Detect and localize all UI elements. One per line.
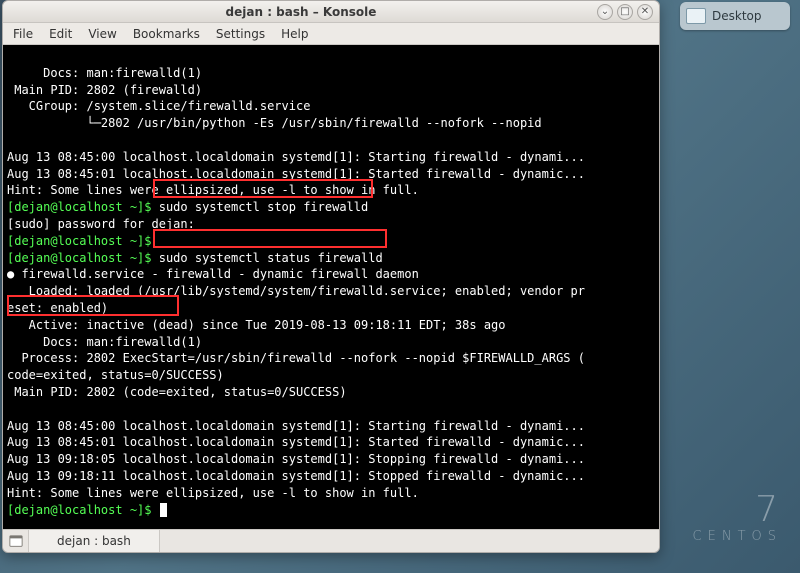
tab-bash[interactable]: dejan : bash [29, 530, 160, 552]
folder-icon [686, 8, 706, 24]
tab-bar: dejan : bash [3, 529, 659, 552]
desktop-label: Desktop [712, 9, 762, 23]
output-line: Active: inactive (dead) since Tue 2019-0… [7, 318, 506, 332]
output-line: Aug 13 09:18:11 localhost.localdomain sy… [7, 469, 585, 483]
konsole-window: dejan : bash – Konsole ⌄ □ ✕ File Edit V… [2, 0, 660, 553]
output-line: └─2802 /usr/bin/python -Es /usr/sbin/fir… [7, 116, 542, 130]
minimize-button[interactable]: ⌄ [597, 4, 613, 20]
menu-file[interactable]: File [13, 27, 33, 41]
menu-settings[interactable]: Settings [216, 27, 265, 41]
output-line: Main PID: 2802 (firewalld) [7, 83, 202, 97]
highlight-box [153, 229, 387, 248]
menu-edit[interactable]: Edit [49, 27, 72, 41]
desktop-folder-shortcut[interactable]: Desktop [680, 2, 790, 30]
menubar: File Edit View Bookmarks Settings Help [3, 23, 659, 45]
output-line: Process: 2802 ExecStart=/usr/sbin/firewa… [7, 351, 585, 365]
output-line: eset: enabled) [7, 301, 108, 315]
menu-help[interactable]: Help [281, 27, 308, 41]
output-line: Aug 13 08:45:01 localhost.localdomain sy… [7, 167, 585, 181]
close-button[interactable]: ✕ [637, 4, 653, 20]
output-line: Hint: Some lines were ellipsized, use -l… [7, 486, 419, 500]
prompt-line: [dejan@localhost ~]$ sudo systemctl stop… [7, 200, 368, 214]
prompt-line: [dejan@localhost ~]$ sudo systemctl stat… [7, 251, 383, 265]
output-line: Hint: Some lines were ellipsized, use -l… [7, 183, 419, 197]
prompt-line: [dejan@localhost ~]$ [7, 234, 159, 248]
terminal-viewport[interactable]: Docs: man:firewalld(1) Main PID: 2802 (f… [3, 45, 659, 529]
output-line: code=exited, status=0/SUCCESS) [7, 368, 224, 382]
output-line: Aug 13 08:45:00 localhost.localdomain sy… [7, 419, 585, 433]
cursor [160, 503, 167, 517]
output-line: Main PID: 2802 (code=exited, status=0/SU… [7, 385, 347, 399]
output-line: Loaded: loaded (/usr/lib/systemd/system/… [7, 284, 585, 298]
output-line: [sudo] password for dejan: [7, 217, 202, 231]
new-tab-button[interactable] [3, 530, 29, 552]
output-line: Docs: man:firewalld(1) [7, 335, 202, 349]
output-line: Docs: man:firewalld(1) [7, 66, 202, 80]
centos-watermark: 7 CENTOS [693, 492, 782, 543]
menu-bookmarks[interactable]: Bookmarks [133, 27, 200, 41]
output-line: Aug 13 08:45:01 localhost.localdomain sy… [7, 435, 585, 449]
output-line: Aug 13 09:18:05 localhost.localdomain sy… [7, 452, 585, 466]
menu-view[interactable]: View [88, 27, 116, 41]
output-line: Aug 13 08:45:00 localhost.localdomain sy… [7, 150, 585, 164]
titlebar[interactable]: dejan : bash – Konsole ⌄ □ ✕ [3, 1, 659, 23]
prompt-line: [dejan@localhost ~]$ [7, 503, 167, 517]
window-title: dejan : bash – Konsole [9, 5, 593, 19]
maximize-button[interactable]: □ [617, 4, 633, 20]
output-line: ● firewalld.service - firewalld - dynami… [7, 267, 419, 281]
terminal-icon [9, 534, 23, 548]
output-line: CGroup: /system.slice/firewalld.service [7, 99, 310, 113]
tab-label: dejan : bash [57, 534, 131, 548]
